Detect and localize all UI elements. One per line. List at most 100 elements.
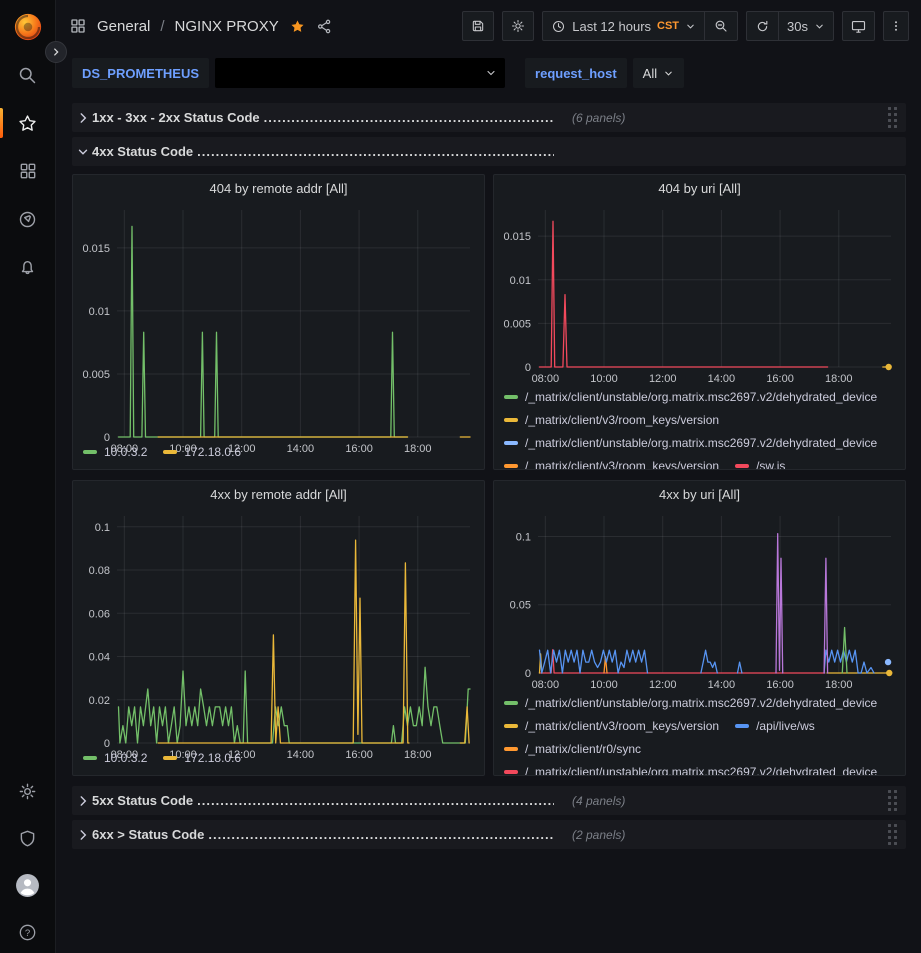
time-series-plot[interactable]: 08:0010:0012:0014:0016:0018:0000.050.1 (498, 508, 901, 693)
refresh-interval-select[interactable]: 30s (778, 12, 833, 40)
shield-icon (17, 828, 38, 849)
legend-item[interactable]: /_matrix/client/v3/room_keys/version (504, 458, 719, 469)
row-drag-handle[interactable] (886, 105, 900, 131)
page-title[interactable]: NGINX PROXY (175, 18, 279, 35)
svg-text:0: 0 (104, 432, 110, 444)
sidebar-item-configuration[interactable] (0, 780, 56, 802)
panel-title[interactable]: 404 by remote addr [All] (73, 175, 484, 202)
legend-item[interactable]: /api/live/ws (735, 718, 815, 733)
svg-text:0.015: 0.015 (82, 243, 110, 255)
time-range-label: Last 12 hours (572, 19, 651, 34)
dashboards-grid-icon (18, 161, 38, 181)
svg-text:?: ? (25, 928, 30, 939)
search-icon (17, 65, 38, 86)
datasource-variable-label[interactable]: DS_PROMETHEUS (72, 58, 209, 88)
row-4xx[interactable]: 4xx Status Code ........................… (72, 137, 906, 166)
cycle-view-mode-button[interactable] (842, 11, 875, 41)
sidebar-item-dashboards[interactable] (0, 160, 56, 182)
row-panel-count: (2 panels) (572, 828, 625, 842)
dashboard-settings-button[interactable] (502, 11, 534, 41)
legend-item[interactable]: /_matrix/client/unstable/org.matrix.msc2… (504, 389, 877, 404)
panel-404-by-uri: 404 by uri [All] 08:0010:0012:0014:0016:… (493, 174, 906, 470)
svg-text:0.015: 0.015 (503, 231, 531, 243)
sidebar-expand-button[interactable] (45, 41, 67, 63)
legend-label: /_matrix/client/unstable/org.matrix.msc2… (525, 765, 877, 776)
save-dashboard-button[interactable] (462, 11, 494, 41)
legend-item[interactable]: /_matrix/client/unstable/org.matrix.msc2… (504, 764, 877, 775)
panel-legend: 10.0.3.2 172.18.0.6 (83, 444, 474, 459)
panel-legend: 10.0.3.2 172.18.0.6 (83, 750, 474, 765)
row-6xx[interactable]: 6xx > Status Code ......................… (72, 820, 906, 849)
sidebar-item-starred[interactable] (0, 112, 56, 134)
panel-title[interactable]: 4xx by remote addr [All] (73, 481, 484, 508)
row-1xx-3xx-2xx[interactable]: 1xx - 3xx - 2xx Status Code ............… (72, 103, 906, 132)
kebab-menu-button[interactable] (883, 11, 909, 41)
request-host-select[interactable]: All (633, 58, 684, 88)
time-series-plot[interactable]: 08:0010:0012:0014:0016:0018:0000.0050.01… (77, 202, 480, 457)
row-title: 4xx Status Code (92, 144, 193, 159)
legend-item[interactable]: /sw.js (735, 458, 785, 469)
time-series-plot[interactable]: 08:0010:0012:0014:0016:0018:0000.0050.01… (498, 202, 901, 387)
dashboard-grid-icon[interactable] (69, 17, 87, 35)
legend-label: 10.0.3.2 (104, 445, 147, 459)
svg-text:0.04: 0.04 (89, 652, 110, 664)
legend-label: 10.0.3.2 (104, 751, 147, 765)
sidebar-item-help[interactable]: ? (0, 921, 56, 943)
legend-swatch (504, 441, 518, 445)
chevron-right-icon (51, 47, 61, 57)
legend-swatch (504, 395, 518, 399)
chevron-down-icon (814, 21, 825, 32)
sidebar-item-server-admin[interactable] (0, 827, 56, 849)
grafana-logo[interactable] (13, 12, 43, 42)
compass-icon (17, 209, 38, 230)
row-dotted-leader: ........................................… (197, 793, 554, 808)
variables-submenu: DS_PROMETHEUS request_host All (57, 52, 921, 94)
time-range-button[interactable]: Last 12 hours CST (543, 12, 704, 40)
favorite-star-icon[interactable] (289, 18, 306, 35)
legend-swatch (163, 756, 177, 760)
svg-text:14:00: 14:00 (708, 373, 736, 385)
share-icon[interactable] (316, 18, 333, 35)
svg-text:08:00: 08:00 (532, 679, 560, 691)
legend-label: /_matrix/client/unstable/org.matrix.msc2… (525, 390, 877, 404)
zoom-out-button[interactable] (704, 12, 737, 40)
sidebar-item-alerting[interactable] (0, 256, 56, 278)
legend-item[interactable]: 10.0.3.2 (83, 444, 147, 459)
time-series-plot[interactable]: 08:0010:0012:0014:0016:0018:0000.020.040… (77, 508, 480, 763)
svg-text:0.01: 0.01 (89, 306, 110, 318)
panel-4xx-by-remote-addr: 4xx by remote addr [All] 08:0010:0012:00… (72, 480, 485, 776)
panel-legend: /_matrix/client/unstable/org.matrix.msc2… (504, 389, 895, 469)
svg-text:12:00: 12:00 (649, 679, 677, 691)
monitor-icon (850, 18, 867, 35)
row-panel-count: (6 panels) (572, 111, 625, 125)
legend-item[interactable]: /_matrix/client/unstable/org.matrix.msc2… (504, 435, 877, 450)
panel-4xx-by-uri: 4xx by uri [All] 08:0010:0012:0014:0016:… (493, 480, 906, 776)
kebab-menu-icon (889, 18, 903, 34)
svg-text:0: 0 (104, 738, 110, 750)
datasource-select[interactable] (215, 58, 505, 88)
legend-item[interactable]: /_matrix/client/v3/room_keys/version (504, 718, 719, 733)
panel-title[interactable]: 4xx by uri [All] (494, 481, 905, 508)
sidebar-item-search[interactable] (0, 64, 56, 86)
sidebar-item-profile[interactable] (0, 874, 56, 896)
request-host-variable-label[interactable]: request_host (525, 58, 627, 88)
zoom-out-icon (713, 18, 729, 34)
legend-item[interactable]: /_matrix/client/unstable/org.matrix.msc2… (504, 695, 877, 710)
breadcrumb-folder[interactable]: General (97, 18, 150, 35)
panel-title[interactable]: 404 by uri [All] (494, 175, 905, 202)
refresh-button[interactable] (747, 12, 778, 40)
legend-swatch (163, 450, 177, 454)
row-drag-handle[interactable] (886, 822, 900, 848)
svg-text:0.05: 0.05 (510, 600, 531, 612)
legend-item[interactable]: /_matrix/client/r0/sync (504, 741, 641, 756)
legend-item[interactable]: /_matrix/client/v3/room_keys/version (504, 412, 719, 427)
legend-label: /_matrix/client/v3/room_keys/version (525, 719, 719, 733)
legend-item[interactable]: 10.0.3.2 (83, 750, 147, 765)
chart-404-by-uri: 08:0010:0012:0014:0016:0018:0000.0050.01… (498, 202, 901, 387)
sidebar-item-explore[interactable] (0, 208, 56, 230)
row-drag-handle[interactable] (886, 788, 900, 814)
legend-item[interactable]: 172.18.0.6 (163, 750, 241, 765)
time-picker: Last 12 hours CST (542, 11, 738, 41)
row-5xx[interactable]: 5xx Status Code ........................… (72, 786, 906, 815)
legend-item[interactable]: 172.18.0.6 (163, 444, 241, 459)
